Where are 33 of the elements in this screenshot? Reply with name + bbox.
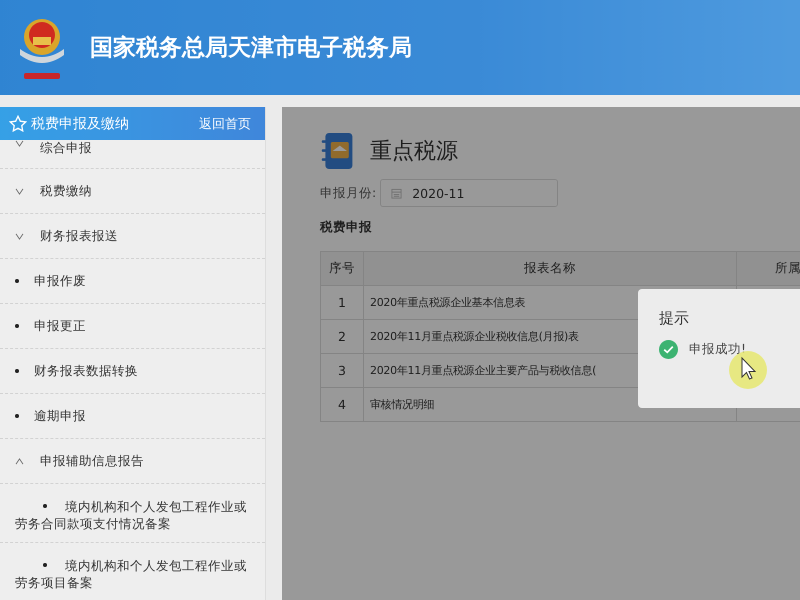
calendar-icon bbox=[391, 188, 402, 198]
table-cell: 2 bbox=[320, 320, 364, 354]
bullet-icon bbox=[15, 279, 19, 283]
menu-item[interactable]: 申报辅助信息报告 bbox=[0, 439, 265, 484]
bullet-icon bbox=[15, 369, 19, 373]
section-heading: 税费申报 bbox=[320, 219, 373, 236]
menu-item[interactable]: 税费缴纳 bbox=[0, 169, 265, 214]
menu-item[interactable]: 综合申报 bbox=[0, 140, 265, 169]
table-cell: 3 bbox=[320, 354, 364, 388]
success-icon bbox=[659, 340, 678, 359]
table-cell: 4 bbox=[320, 388, 364, 422]
submenu-item[interactable]: 境内机构和个人发包工程作业或劳务合同款项支付情况备案 bbox=[0, 484, 265, 543]
star-icon bbox=[9, 114, 27, 132]
column-header: 序号 bbox=[320, 252, 364, 286]
menu-item[interactable]: 财务报表报送 bbox=[0, 214, 265, 259]
month-field[interactable]: 2020-11 bbox=[380, 179, 558, 207]
table-cell: 1 bbox=[320, 286, 364, 320]
submenu-item[interactable]: 境内机构和个人发包工程作业或劳务项目备案 bbox=[0, 543, 265, 600]
site-title: 国家税务总局天津市电子税务局 bbox=[90, 34, 412, 63]
page-title: 重点税源 bbox=[370, 138, 458, 166]
sidebar-title: 税费申报及缴纳 bbox=[31, 114, 129, 132]
bullet-icon bbox=[43, 563, 47, 568]
menu-item[interactable]: 逾期申报 bbox=[0, 394, 265, 439]
menu-item[interactable]: 财务报表数据转换 bbox=[0, 349, 265, 394]
bullet-icon bbox=[15, 324, 19, 328]
month-label: 申报月份: bbox=[320, 184, 376, 202]
bullet-icon bbox=[15, 414, 19, 418]
menu-item[interactable]: 申报作废 bbox=[0, 259, 265, 304]
menu-item[interactable]: 申报更正 bbox=[0, 304, 265, 349]
column-header: 报表名称 bbox=[364, 252, 736, 286]
column-header: 所属 bbox=[736, 252, 800, 286]
bullet-icon bbox=[43, 504, 47, 508]
home-link[interactable]: 返回首页 bbox=[199, 114, 251, 132]
